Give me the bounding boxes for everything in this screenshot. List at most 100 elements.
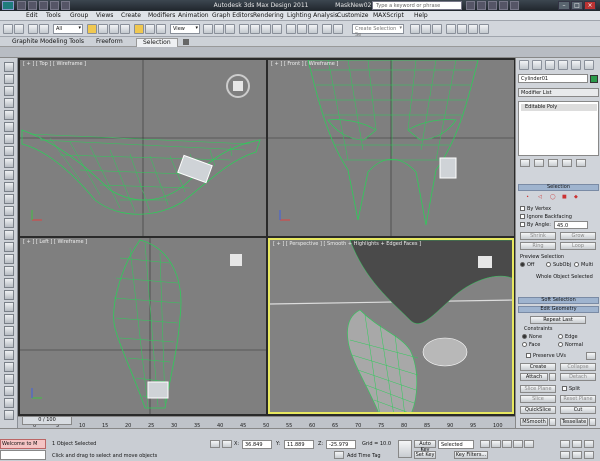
selection-filter-select[interactable]: All bbox=[53, 24, 83, 34]
viewport-left[interactable]: [ + ] [ Left ] [ Wireframe ] bbox=[20, 238, 266, 414]
torus-icon[interactable] bbox=[4, 326, 14, 336]
constraint-normal-radio[interactable] bbox=[558, 342, 563, 347]
constraint-face-radio[interactable] bbox=[522, 342, 527, 347]
constraint-none-radio[interactable] bbox=[522, 334, 527, 339]
preview-off-radio[interactable] bbox=[520, 262, 525, 267]
menu-views[interactable]: Views bbox=[96, 12, 113, 19]
camera-icon[interactable] bbox=[4, 146, 14, 156]
show-end-result-icon[interactable] bbox=[534, 159, 544, 167]
tube-icon[interactable] bbox=[4, 362, 14, 372]
zoom-icon[interactable] bbox=[560, 440, 570, 448]
selection-rollout[interactable]: Selection bbox=[518, 184, 599, 191]
time-tag-icon[interactable] bbox=[334, 451, 344, 459]
motion-icon[interactable] bbox=[4, 242, 14, 252]
create-tab-icon[interactable] bbox=[519, 60, 529, 70]
preview-subobj-radio[interactable] bbox=[546, 262, 551, 267]
sphere-icon[interactable] bbox=[4, 290, 14, 300]
vertex-subobject-icon[interactable]: ∙ bbox=[526, 194, 529, 200]
named-selection-set-input[interactable]: Create Selection Se bbox=[352, 24, 404, 38]
preview-multi-radio[interactable] bbox=[574, 262, 579, 267]
viewport-top[interactable]: [ + ] [ Top ] [ Wireframe ] bbox=[20, 60, 266, 236]
modifier-icon[interactable] bbox=[4, 218, 14, 228]
transform-mode-icon[interactable] bbox=[222, 440, 232, 448]
polygon-subobject-icon[interactable]: ■ bbox=[562, 194, 567, 200]
rotate-icon[interactable] bbox=[145, 24, 155, 34]
more-tools-icon[interactable] bbox=[4, 410, 14, 420]
menu-edit[interactable]: Edit bbox=[26, 12, 38, 19]
menu-help[interactable]: Help bbox=[414, 12, 428, 19]
utilities-tab-icon[interactable] bbox=[584, 60, 594, 70]
element-subobject-icon[interactable]: ◆ bbox=[574, 194, 578, 200]
motion-tab-icon[interactable] bbox=[558, 60, 568, 70]
undo-button[interactable] bbox=[3, 24, 13, 34]
keyboard-shortcut-icon[interactable] bbox=[225, 24, 235, 34]
geometry-icon[interactable] bbox=[4, 194, 14, 204]
z-coordinate-input[interactable]: -25.979 bbox=[326, 440, 356, 449]
menu-tools[interactable]: Tools bbox=[46, 12, 61, 19]
loop-button[interactable]: Loop bbox=[560, 242, 596, 250]
rendered-frame-window-icon[interactable] bbox=[457, 24, 467, 34]
help-search-input[interactable]: Type a keyword or phrase bbox=[372, 1, 462, 10]
subscription-icon[interactable] bbox=[477, 1, 486, 10]
rect-selection-icon[interactable] bbox=[109, 24, 119, 34]
ribbon-options-icon[interactable] bbox=[183, 39, 189, 45]
maximize-button[interactable]: □ bbox=[571, 1, 583, 10]
graphite-toggle-icon[interactable] bbox=[333, 24, 343, 34]
slice-button[interactable]: Slice bbox=[520, 395, 556, 403]
viewport-front-label[interactable]: [ + ] [ Front ] [ Wireframe ] bbox=[271, 61, 338, 67]
window-crossing-icon[interactable] bbox=[120, 24, 130, 34]
menu-create[interactable]: Create bbox=[121, 12, 141, 19]
set-key-button[interactable]: Set Key bbox=[414, 451, 436, 459]
viewport-perspective-label[interactable]: [ + ] [ Perspective ] [ Smooth + Highlig… bbox=[273, 241, 421, 247]
hierarchy-icon[interactable] bbox=[4, 230, 14, 240]
key-icon[interactable] bbox=[398, 440, 412, 458]
maximize-viewport-icon[interactable] bbox=[584, 451, 594, 459]
next-frame-icon[interactable] bbox=[513, 440, 523, 448]
text-tool-icon[interactable] bbox=[4, 398, 14, 408]
key-mode-select[interactable]: Selected bbox=[438, 440, 474, 449]
select-by-name-icon[interactable] bbox=[98, 24, 108, 34]
goto-end-icon[interactable] bbox=[524, 440, 534, 448]
menu-lighting-analysis[interactable]: Lighting Analysis bbox=[287, 12, 338, 19]
spinner-snap-icon[interactable] bbox=[272, 24, 282, 34]
align-icon[interactable] bbox=[308, 24, 318, 34]
search-icon[interactable] bbox=[466, 1, 475, 10]
pyramid-icon[interactable] bbox=[4, 374, 14, 384]
collapse-button[interactable]: Collapse bbox=[560, 363, 596, 371]
key-filters-button[interactable]: Key Filters... bbox=[454, 451, 488, 459]
display-tab-icon[interactable] bbox=[571, 60, 581, 70]
by-angle-input[interactable]: 45.0 bbox=[554, 221, 588, 229]
manipulate-icon[interactable] bbox=[214, 24, 224, 34]
close-button[interactable]: × bbox=[584, 1, 596, 10]
pivot-center-icon[interactable] bbox=[203, 24, 213, 34]
play-icon[interactable] bbox=[502, 440, 512, 448]
time-slider[interactable]: 0 / 100 bbox=[22, 416, 72, 425]
percent-snap-icon[interactable] bbox=[261, 24, 271, 34]
geosphere-icon[interactable] bbox=[4, 386, 14, 396]
shapes-icon[interactable] bbox=[4, 206, 14, 216]
minimize-button[interactable]: – bbox=[558, 1, 570, 10]
light-icon[interactable] bbox=[4, 134, 14, 144]
slice-plane-button[interactable]: Slice Plane bbox=[520, 385, 556, 393]
preserve-uvs-settings-icon[interactable] bbox=[586, 352, 596, 360]
ignore-backfacing-checkbox[interactable] bbox=[520, 214, 525, 219]
object-name-field[interactable]: Cylinder01 bbox=[518, 74, 588, 83]
configure-modifier-sets-icon[interactable] bbox=[576, 159, 586, 167]
layer-manager-icon[interactable] bbox=[322, 24, 332, 34]
edit-geometry-rollout[interactable]: Edit Geometry bbox=[518, 306, 599, 313]
hierarchy-tab-icon[interactable] bbox=[545, 60, 555, 70]
remove-modifier-icon[interactable] bbox=[562, 159, 572, 167]
lock-selection-icon[interactable] bbox=[210, 440, 220, 448]
select-icon[interactable] bbox=[4, 74, 14, 84]
stack-item-editable-poly[interactable]: Editable Poly bbox=[521, 104, 597, 111]
prev-frame-icon[interactable] bbox=[491, 440, 501, 448]
by-angle-checkbox[interactable] bbox=[520, 222, 525, 227]
viewport-top-label[interactable]: [ + ] [ Top ] [ Wireframe ] bbox=[23, 61, 86, 67]
auto-key-button[interactable]: Auto Key bbox=[414, 440, 436, 453]
goto-start-icon[interactable] bbox=[480, 440, 490, 448]
cut-button[interactable]: Cut bbox=[560, 406, 596, 414]
move-icon[interactable] bbox=[134, 24, 144, 34]
zoom-extents-icon[interactable] bbox=[572, 451, 582, 459]
viewport-front[interactable]: [ + ] [ Front ] [ Wireframe ] bbox=[268, 60, 514, 236]
add-time-tag-label[interactable]: Add Time Tag bbox=[347, 453, 381, 459]
